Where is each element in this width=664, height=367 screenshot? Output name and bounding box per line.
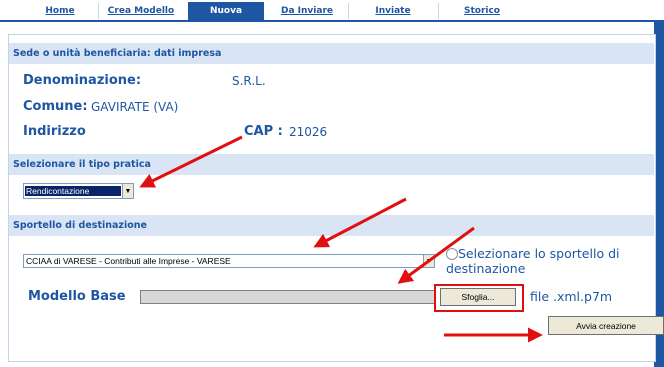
arrow-to-file xyxy=(397,226,475,284)
arrow-to-sportello xyxy=(313,197,407,248)
arrow-to-tipo-pratica xyxy=(139,135,243,188)
annotation-arrows xyxy=(139,135,543,343)
